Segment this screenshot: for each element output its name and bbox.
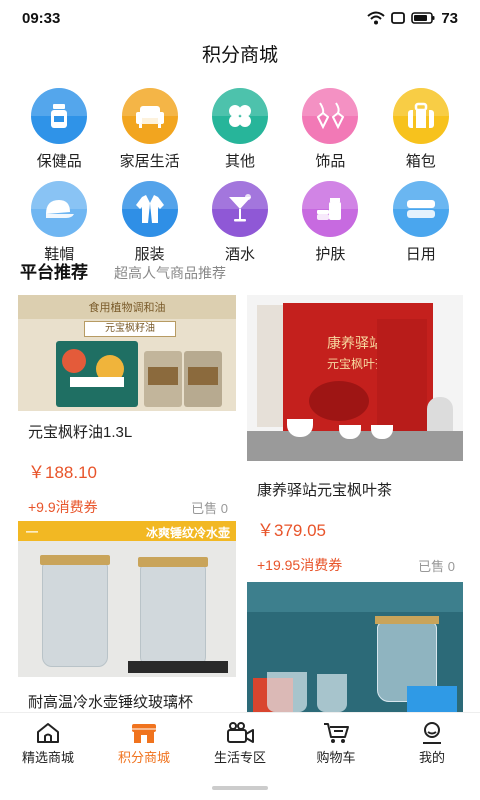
category-health[interactable]: 保健品 bbox=[14, 88, 104, 171]
bottom-tab-bar: 精选商城 积分商城 生活专区 购物车 我的 bbox=[0, 712, 480, 774]
profile-icon bbox=[423, 722, 441, 744]
section-subtitle: 超高人气商品推荐 bbox=[114, 265, 226, 281]
tab-profile[interactable]: 我的 bbox=[384, 713, 480, 774]
product-image-caption: 康养驿站 bbox=[327, 335, 383, 351]
tab-points-mall[interactable]: 积分商城 bbox=[96, 713, 192, 774]
product-image bbox=[247, 582, 463, 712]
category-drinks[interactable]: 酒水 bbox=[195, 181, 285, 264]
category-home-living[interactable]: 家居生活 bbox=[104, 88, 194, 171]
category-label: 保健品 bbox=[36, 153, 82, 170]
status-bar: 09:33 73 bbox=[0, 0, 480, 36]
sofa-icon bbox=[121, 88, 178, 144]
skincare-icon bbox=[302, 181, 359, 237]
screen-icon bbox=[391, 12, 406, 24]
wifi-icon bbox=[367, 11, 385, 25]
product-price: ￥379.05 bbox=[257, 521, 326, 540]
status-icons: 73 bbox=[367, 10, 458, 27]
category-grid: 保健品 家居生活 其他 饰品 箱包 鞋帽 服装 酒水 护肤 日用 bbox=[14, 88, 466, 264]
product-name: 康养驿站元宝枫叶茶 bbox=[257, 482, 393, 499]
product-meta: +19.95消费券 已售 0 bbox=[247, 555, 463, 575]
tab-label: 生活专区 bbox=[213, 750, 266, 765]
product-name: 元宝枫籽油1.3L bbox=[28, 424, 133, 441]
product-name: 耐高温冷水壶锤纹玻璃杯 bbox=[28, 694, 194, 711]
towel-icon bbox=[392, 181, 449, 237]
product-image: 食用植物调和油 元宝枫籽油 bbox=[18, 295, 236, 411]
cocktail-icon bbox=[211, 181, 268, 237]
clover-icon bbox=[211, 88, 268, 144]
product-image-dash: — bbox=[26, 524, 38, 538]
video-camera-icon bbox=[227, 722, 254, 743]
product-card[interactable] bbox=[247, 582, 463, 712]
category-daily-use[interactable]: 日用 bbox=[376, 181, 466, 264]
page-title: 积分商城 bbox=[201, 45, 278, 66]
home-icon bbox=[37, 723, 59, 743]
product-image-caption: 食用植物调和油 bbox=[88, 302, 166, 314]
category-label: 箱包 bbox=[405, 153, 436, 170]
earrings-icon bbox=[302, 88, 359, 144]
product-coupon: +19.95消费券 bbox=[257, 557, 343, 573]
tab-label: 我的 bbox=[418, 750, 445, 765]
tab-label: 积分商城 bbox=[117, 750, 170, 765]
product-card[interactable]: 康养驿站 元宝枫叶茶 康养驿站元宝枫叶茶 ￥379.05 +19.95消费券 已… bbox=[247, 295, 463, 574]
suitcase-icon bbox=[392, 88, 449, 144]
cart-icon bbox=[324, 723, 349, 743]
pill-bottle-icon bbox=[31, 88, 88, 144]
category-label: 酒水 bbox=[224, 246, 255, 263]
product-coupon: +9.9消费券 bbox=[28, 499, 98, 515]
category-other[interactable]: 其他 bbox=[195, 88, 285, 171]
battery-icon bbox=[411, 12, 435, 24]
category-clothing[interactable]: 服装 bbox=[104, 181, 194, 264]
suit-icon bbox=[121, 181, 178, 237]
category-label: 家居生活 bbox=[119, 153, 180, 170]
section-title: 平台推荐 bbox=[20, 263, 88, 282]
cap-icon bbox=[31, 181, 88, 237]
product-meta: +9.9消费券 已售 0 bbox=[18, 497, 236, 517]
tab-life-zone[interactable]: 生活专区 bbox=[192, 713, 288, 774]
store-icon bbox=[132, 724, 156, 743]
product-sold-count: 已售 0 bbox=[418, 558, 455, 574]
section-header: 平台推荐 超高人气商品推荐 bbox=[20, 258, 226, 283]
category-label: 其他 bbox=[224, 153, 255, 170]
category-jewelry[interactable]: 饰品 bbox=[285, 88, 375, 171]
status-time: 09:33 bbox=[22, 9, 61, 27]
tab-featured-mall[interactable]: 精选商城 bbox=[0, 713, 96, 774]
category-shoes-hats[interactable]: 鞋帽 bbox=[14, 181, 104, 264]
product-image-subcaption: 元宝枫籽油 bbox=[84, 321, 176, 337]
category-label: 饰品 bbox=[315, 153, 346, 170]
category-bags[interactable]: 箱包 bbox=[376, 88, 466, 171]
tab-shopping-cart[interactable]: 购物车 bbox=[288, 713, 384, 774]
product-image: 康养驿站 元宝枫叶茶 bbox=[247, 295, 463, 461]
product-card[interactable]: 食用植物调和油 元宝枫籽油 元宝枫籽油1.3L ￥188.10 +9.9消费券 … bbox=[18, 295, 236, 516]
category-skincare[interactable]: 护肤 bbox=[285, 181, 375, 264]
tab-label: 精选商城 bbox=[21, 750, 74, 765]
home-indicator bbox=[212, 786, 268, 790]
product-card[interactable]: — 冰爽锤纹冷水壶 耐高温冷水壶锤纹玻璃杯 bbox=[18, 521, 236, 712]
category-label: 日用 bbox=[405, 246, 436, 263]
product-image: — 冰爽锤纹冷水壶 bbox=[18, 521, 236, 677]
product-image-caption: 冰爽锤纹冷水壶 bbox=[145, 526, 230, 540]
product-price: ￥188.10 bbox=[28, 463, 97, 482]
category-label: 护肤 bbox=[315, 246, 346, 263]
product-sold-count: 已售 0 bbox=[191, 500, 228, 516]
tab-label: 购物车 bbox=[316, 750, 356, 765]
battery-level: 73 bbox=[441, 9, 458, 27]
